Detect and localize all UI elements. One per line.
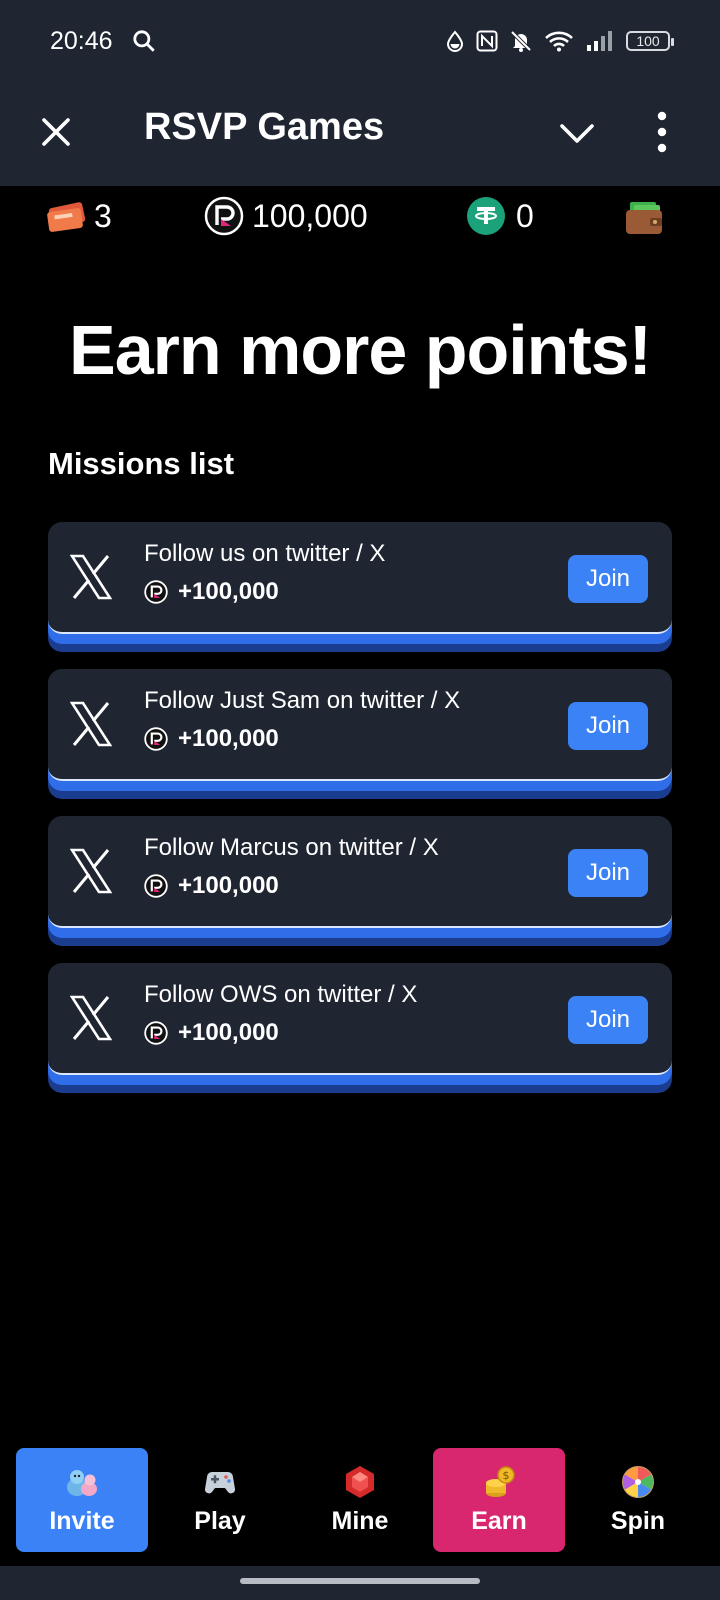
wifi-icon [545, 31, 573, 52]
status-icons: 100 [446, 30, 674, 52]
missions-list: Follow us on twitter / X +100,000 Join F… [48, 522, 672, 1110]
x-logo-icon [70, 995, 112, 1041]
balance-bar: 3 100,000 0 [0, 186, 720, 248]
join-button[interactable]: Join [568, 849, 648, 897]
wallet-icon[interactable] [624, 200, 664, 236]
invite-icon [67, 1469, 97, 1496]
mission-item: Follow Marcus on twitter / X +100,000 Jo… [48, 816, 672, 946]
mission-card: Follow us on twitter / X +100,000 Join [48, 522, 672, 634]
chevron-down-icon[interactable] [556, 112, 598, 154]
reward-amount: +100,000 [178, 1019, 279, 1046]
nav-play-label: Play [194, 1506, 246, 1535]
ticket-balance: 3 [46, 198, 112, 235]
app-header: RSVP Games [0, 82, 720, 186]
points-coin-icon [204, 196, 244, 236]
mission-title: Follow Marcus on twitter / X [144, 834, 439, 861]
mission-card: Follow Just Sam on twitter / X +100,000 … [48, 669, 672, 781]
nav-invite-label: Invite [49, 1506, 115, 1535]
bell-off-icon [510, 30, 532, 52]
battery-indicator: 100 [626, 31, 674, 51]
reward-amount: +100,000 [178, 872, 279, 899]
mission-title: Follow Just Sam on twitter / X [144, 687, 461, 714]
mission-card: Follow OWS on twitter / X +100,000 Join [48, 963, 672, 1075]
page-title: RSVP Games [144, 106, 385, 148]
more-vertical-icon[interactable] [654, 110, 670, 154]
nav-earn-label: Earn [471, 1506, 527, 1535]
nav-invite[interactable]: Invite [16, 1448, 148, 1552]
x-logo-icon [70, 554, 112, 600]
nav-mine-label: Mine [331, 1506, 389, 1535]
reward-amount: +100,000 [178, 578, 279, 605]
mission-card: Follow Marcus on twitter / X +100,000 Jo… [48, 816, 672, 928]
points-amount: 100,000 [252, 197, 368, 234]
nav-spin-label: Spin [610, 1506, 666, 1535]
mission-item: Follow Just Sam on twitter / X +100,000 … [48, 669, 672, 799]
x-logo-icon [70, 848, 112, 894]
wheel-icon [622, 1465, 654, 1498]
home-indicator[interactable] [240, 1578, 480, 1584]
gesture-bar [0, 1566, 720, 1600]
mission-title: Follow us on twitter / X [144, 540, 386, 567]
mission-title: Follow OWS on twitter / X [144, 981, 418, 1008]
nav-mine[interactable]: Mine [294, 1448, 426, 1552]
ticket-icon [47, 201, 86, 232]
mission-reward: +100,000 [144, 725, 279, 753]
nav-spin[interactable]: Spin [572, 1448, 704, 1552]
points-coin-icon [144, 727, 168, 751]
svg-text:$: $ [503, 1469, 510, 1482]
mission-item: Follow OWS on twitter / X +100,000 Join [48, 963, 672, 1093]
points-balance: 100,000 [204, 196, 368, 236]
gamepad-icon [204, 1471, 236, 1493]
points-coin-icon [144, 874, 168, 898]
points-coin-icon [144, 580, 168, 604]
mission-item: Follow us on twitter / X +100,000 Join [48, 522, 672, 652]
x-logo-icon [70, 701, 112, 747]
join-button[interactable]: Join [568, 702, 648, 750]
missions-list-title: Missions list [48, 446, 235, 481]
mission-reward: +100,000 [144, 1019, 279, 1047]
status-time: 20:46 [50, 26, 113, 55]
close-icon[interactable] [36, 112, 76, 152]
mission-reward: +100,000 [144, 872, 279, 900]
points-coin-icon [144, 1021, 168, 1045]
nfc-icon [476, 30, 498, 52]
join-button[interactable]: Join [568, 996, 648, 1044]
search-icon [132, 30, 155, 52]
reward-amount: +100,000 [178, 725, 279, 752]
headline: Earn more points! [69, 311, 652, 389]
gem-icon [346, 1465, 374, 1498]
usdt-balance: 0 [466, 196, 534, 236]
nav-earn[interactable]: $ Earn [433, 1448, 565, 1552]
water-drop-icon [446, 30, 464, 52]
signal-icon [587, 31, 612, 51]
status-bar: 20:46 100 [0, 0, 720, 82]
usdt-amount: 0 [516, 197, 534, 234]
nav-play[interactable]: Play [154, 1448, 286, 1552]
ticket-count: 3 [94, 198, 112, 234]
mission-reward: +100,000 [144, 578, 279, 606]
usdt-icon [467, 197, 505, 235]
coins-icon: $ [486, 1465, 515, 1497]
join-button[interactable]: Join [568, 555, 648, 603]
bottom-nav: Invite Play Mine $ Earn Spin [0, 1440, 720, 1560]
